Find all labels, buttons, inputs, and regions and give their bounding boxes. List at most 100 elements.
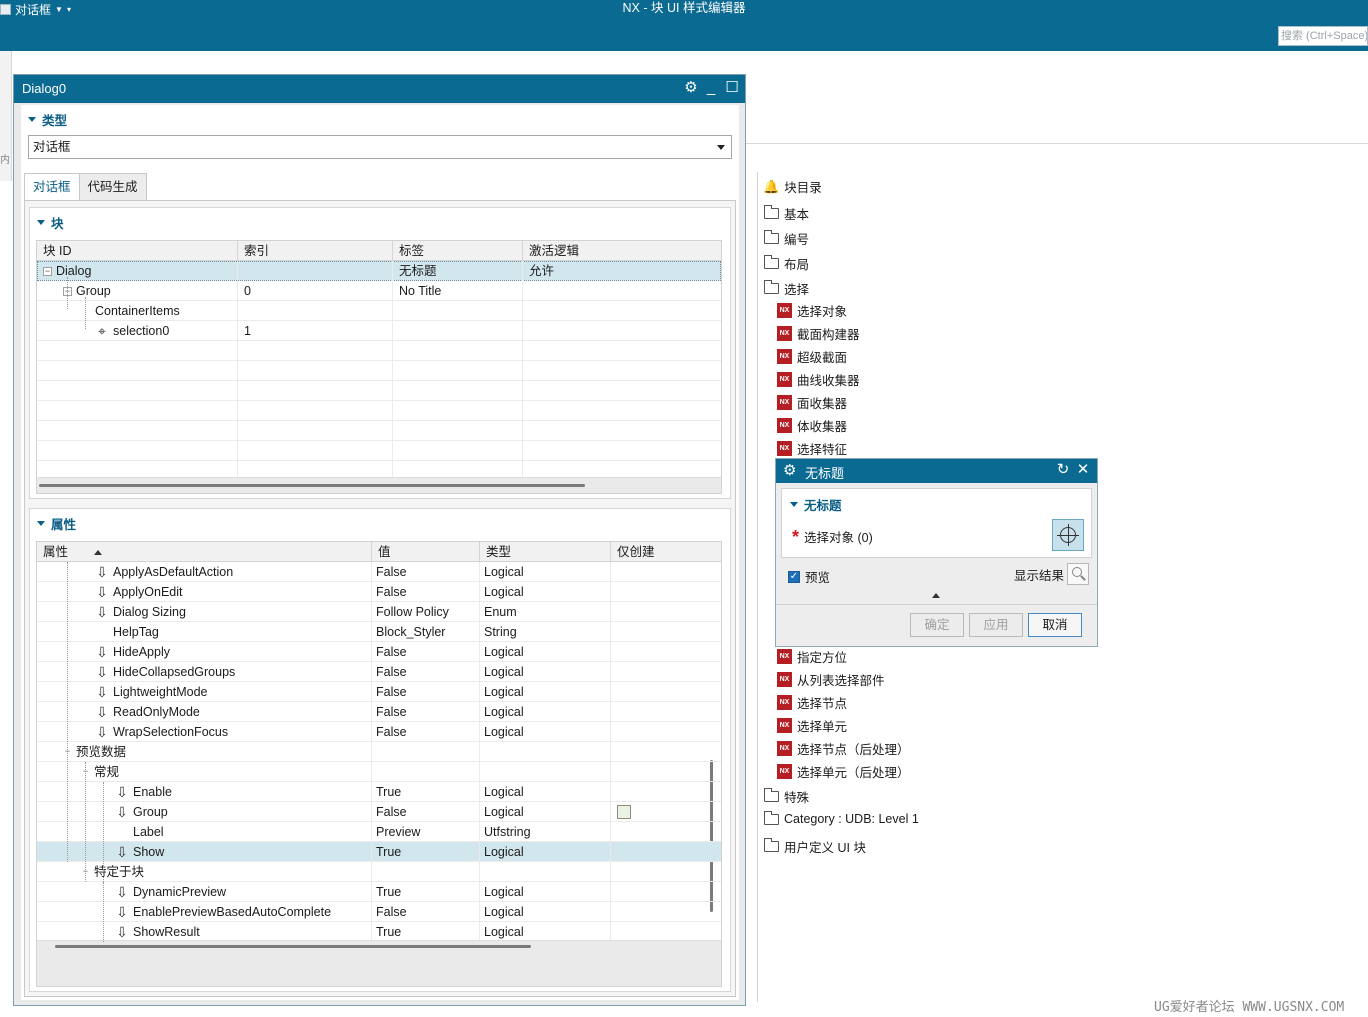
catalog-block-item[interactable]: NX 选择单元 [777,716,847,735]
tree-line [85,297,86,329]
collapse-up-icon[interactable] [932,593,940,598]
column-header[interactable]: 仅创建 [611,542,721,562]
divider [776,604,1097,605]
table-row[interactable]: ⇩ DynamicPreview True Logical [37,882,721,902]
nx-block-icon: NX [777,303,792,318]
horizontal-scrollbar[interactable] [55,945,531,948]
table-row[interactable] [37,401,721,421]
table-row[interactable]: − 特定于块 [37,862,721,882]
minimize-icon[interactable]: _ [702,78,720,98]
table-row[interactable]: ⇩ WrapSelectionFocus False Logical [37,722,721,742]
table-row[interactable]: − Group 0 No Title [37,281,721,301]
column-header[interactable]: 标签 [393,241,523,261]
catalog-folder[interactable]: 用户定义 UI 块 [764,837,866,856]
search-input[interactable]: 搜索 (Ctrl+Space) [1278,26,1368,46]
table-row[interactable]: ⇩ LightweightMode False Logical [37,682,721,702]
property-value: Block_Styler [376,625,446,639]
catalog-folder[interactable]: 布局 [764,254,809,273]
close-icon[interactable]: ✕ [1074,460,1092,478]
catalog-block-item[interactable]: NX 选择特征 [777,439,847,458]
ok-button[interactable]: 确定 [910,613,964,637]
cancel-button[interactable]: 取消 [1028,613,1082,637]
catalog-block-item[interactable]: NX 选择单元（后处理） [777,762,910,781]
table-row[interactable] [37,421,721,441]
gear-icon[interactable]: ⚙ [783,461,796,479]
catalog-block-item[interactable]: NX 从列表选择部件 [777,670,885,689]
catalog-block-item[interactable]: NX 面收集器 [777,393,847,412]
table-row[interactable]: ⇩ ShowResult True Logical [37,922,721,942]
catalog-block-item[interactable]: NX 超级截面 [777,347,847,366]
catalog-folder-label: 特殊 [784,791,810,805]
collapse-icon[interactable]: − [43,266,52,276]
catalog-folder[interactable]: 基本 [764,204,809,223]
tree-line [103,782,104,882]
table-row[interactable]: − 常规 [37,762,721,782]
catalog-block-item[interactable]: NX 指定方位 [777,647,847,666]
property-value: True [376,925,402,939]
property-name: Enable [133,785,172,799]
catalog-block-item[interactable]: NX 曲线收集器 [777,370,860,389]
catalog-folder[interactable]: 特殊 [764,787,809,806]
property-name: DynamicPreview [133,885,227,899]
column-header[interactable]: 激活逻辑 [523,241,721,261]
table-row[interactable]: ⇩ Dialog Sizing Follow Policy Enum [37,602,721,622]
table-row[interactable]: − Dialog 无标题 允许 [37,261,721,281]
tree-cell: − 特定于块 [81,862,144,882]
table-row[interactable]: ⇩ EnablePreviewBasedAutoComplete False Logi… [37,902,721,922]
catalog-block-item[interactable]: NX 截面构建器 [777,324,860,343]
reset-icon[interactable]: ↻ [1054,460,1072,478]
catalog-folder[interactable]: Category : UDB: Level 1 [764,810,919,826]
catalog-block-item[interactable]: NX 选择对象 [777,301,847,320]
column-header[interactable]: 索引 [238,241,393,261]
catalog-folder[interactable]: 编号 [764,229,809,248]
table-row[interactable]: ⇩ Group False Logical [37,802,721,822]
property-name: ShowResult [133,925,200,939]
table-row[interactable]: ⇩ Show True Logical [37,842,721,862]
magnifier-handle [1080,575,1086,581]
table-row[interactable] [37,381,721,401]
table-row[interactable]: HelpTag Block_Styler String [37,622,721,642]
table-row[interactable] [37,341,721,361]
table-row[interactable]: ⇩ ReadOnlyMode False Logical [37,702,721,722]
table-row[interactable]: ⇩ ApplyAsDefaultAction False Logical [37,562,721,582]
blocks-section-header[interactable]: 块 [37,213,64,232]
maximize-icon[interactable]: ☐ [723,78,741,98]
column-header[interactable]: 属性 [37,542,372,562]
column-header[interactable]: 块 ID [37,241,238,261]
table-row[interactable]: ContainerItems [37,301,721,321]
type-section-header[interactable]: 类型 [28,110,67,129]
folder-icon [764,230,779,244]
select-object-button[interactable] [1052,519,1084,551]
table-row[interactable] [37,441,721,461]
tab-dialog[interactable]: 对话框 [24,173,80,201]
image-placeholder-icon[interactable] [617,805,631,819]
table-row[interactable]: ⇩ HideApply False Logical [37,642,721,662]
show-result-button[interactable] [1067,563,1090,585]
catalog-block-item[interactable]: NX 选择节点（后处理） [777,739,910,758]
table-row[interactable]: ⇩ ApplyOnEdit False Logical [37,582,721,602]
catalog-block-item[interactable]: NX 选择节点 [777,693,847,712]
table-row[interactable]: ⇩ HideCollapsedGroups False Logical [37,662,721,682]
preview-toggle[interactable]: ✓ 预览 [788,567,830,586]
inherit-arrow-icon: ⇩ [96,684,108,700]
catalog-folder[interactable]: 选择 [764,279,809,298]
column-header[interactable]: 类型 [480,542,611,562]
table-row[interactable]: Label Preview Utfstring [37,822,721,842]
untitled-section-header[interactable]: 无标题 [790,495,842,514]
properties-section-header[interactable]: 属性 [37,514,76,533]
horizontal-scrollbar[interactable] [39,484,585,487]
type-dropdown[interactable]: 对话框 [28,135,732,159]
preview-checkbox[interactable]: ✓ [788,570,800,583]
inherit-arrow-icon: ⇩ [116,884,128,900]
catalog-block-item[interactable]: NX 体收集器 [777,416,847,435]
table-row[interactable]: − 预览数据 [37,742,721,762]
blocks-section-title: 块 [51,217,64,231]
select-object-row[interactable]: * 选择对象 (0) [792,527,873,546]
tab-code-generation[interactable]: 代码生成 [78,173,147,201]
column-header[interactable]: 值 [372,542,480,562]
table-row[interactable] [37,361,721,381]
gear-icon[interactable]: ⚙ [682,78,700,98]
table-row[interactable]: ⌖ selection0 1 [37,321,721,341]
table-row[interactable]: ⇩ Enable True Logical [37,782,721,802]
apply-button[interactable]: 应用 [969,613,1023,637]
